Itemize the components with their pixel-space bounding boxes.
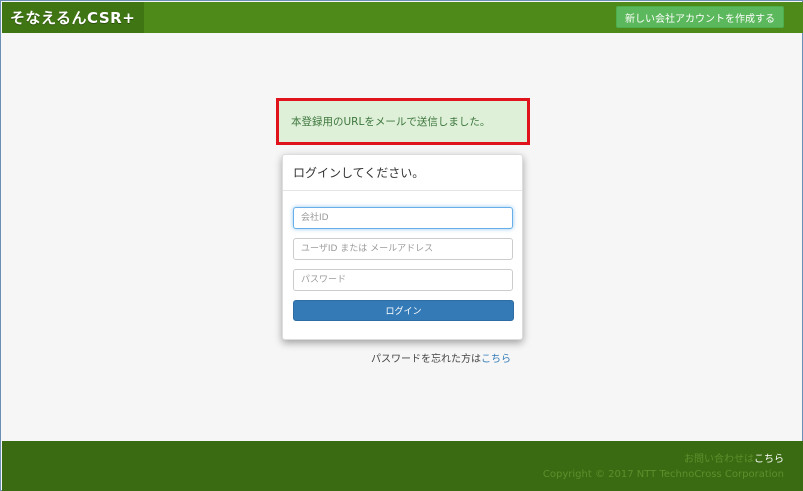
success-alert: 本登録用のURLをメールで送信しました。: [276, 98, 530, 145]
contact-link[interactable]: こちら: [754, 454, 784, 465]
alert-message: 本登録用のURLをメールで送信しました。: [291, 116, 491, 128]
forgot-password-line: パスワードを忘れた方はこちら: [371, 350, 511, 365]
user-id-input[interactable]: [293, 238, 513, 260]
footer: お問い合わせはこちら Copyright © 2017 NTT TechnoCr…: [2, 441, 803, 491]
forgot-password-link[interactable]: こちら: [481, 354, 511, 365]
login-panel: ログインしてください。 ログイン: [282, 154, 523, 340]
contact-text: お問い合わせは: [684, 454, 754, 465]
login-heading: ログインしてください。: [283, 155, 522, 191]
app-window: そなえるんCSR + 新しい会社アカウントを作成する 本登録用のURLをメールで…: [0, 0, 803, 491]
login-button[interactable]: ログイン: [293, 300, 514, 321]
company-id-input[interactable]: [293, 207, 513, 229]
copyright-text: Copyright © 2017 NTT TechnoCross Corpora…: [542, 469, 784, 480]
password-input[interactable]: [293, 269, 513, 291]
forgot-password-text: パスワードを忘れた方は: [371, 354, 481, 365]
contact-line: お問い合わせはこちら: [684, 450, 784, 465]
top-navbar: そなえるんCSR + 新しい会社アカウントを作成する: [2, 2, 803, 33]
logo-plus-icon: +: [122, 8, 136, 27]
logo-text: そなえるんCSR: [10, 9, 123, 27]
brand-logo[interactable]: そなえるんCSR +: [2, 2, 144, 33]
create-company-account-button[interactable]: 新しい会社アカウントを作成する: [616, 6, 784, 28]
